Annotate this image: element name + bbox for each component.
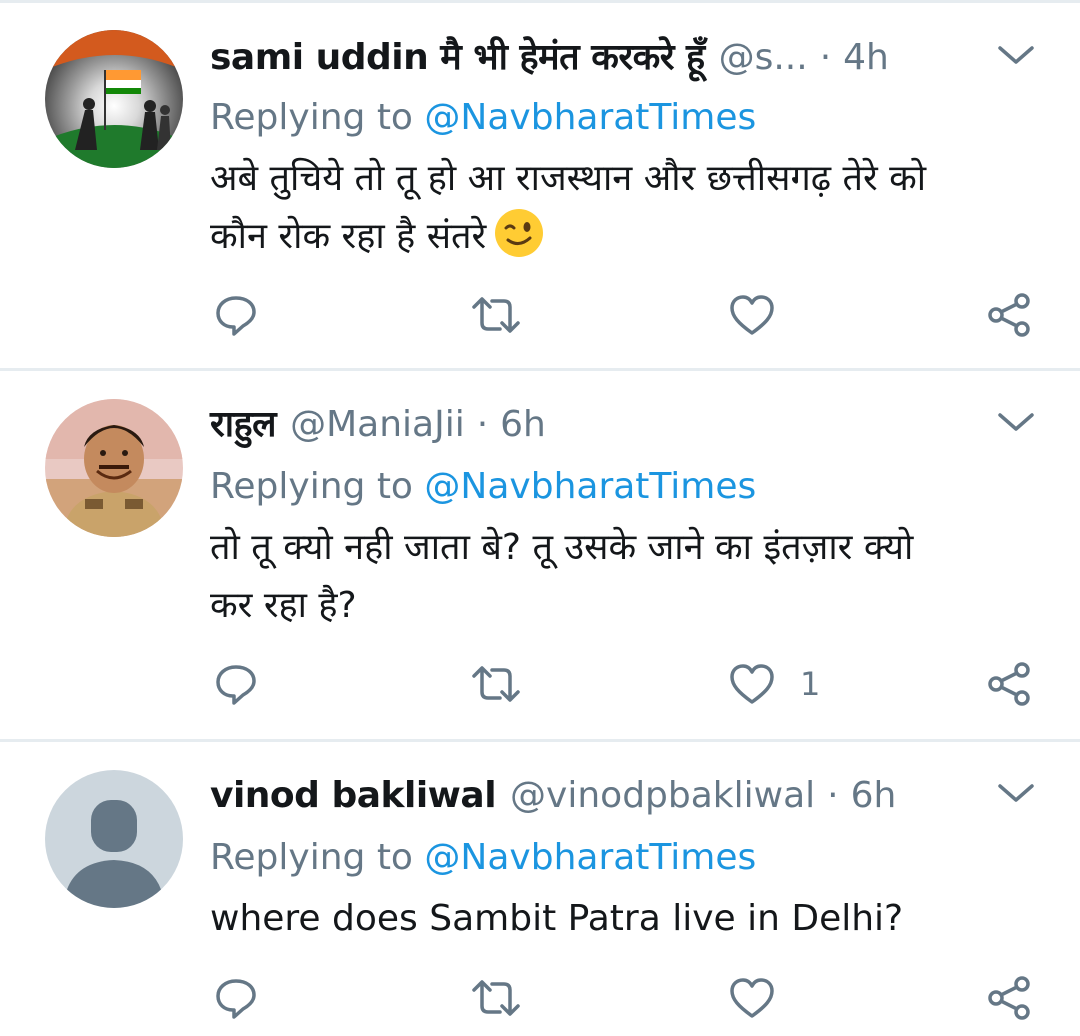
replying-to: Replying to @NavbharatTimes: [210, 463, 756, 511]
tweet-text-line: तो तू क्यो नही जाता बे? तू उसके जाने का …: [210, 527, 914, 568]
replying-to-label: Replying to: [210, 97, 413, 138]
tweet-text-fragment: कौन रोक रहा है संतरे: [210, 216, 487, 257]
like-count: 1: [800, 665, 821, 703]
timestamp[interactable]: 6h: [851, 772, 897, 820]
tweet[interactable]: राहुल @ManiaJii · 6h Replying to @Navbha…: [0, 371, 1080, 740]
chevron-down-icon[interactable]: [994, 776, 1038, 812]
display-name[interactable]: vinod bakliwal: [210, 772, 497, 820]
reply-icon: [216, 665, 256, 705]
retweet-button[interactable]: [468, 291, 524, 339]
winking-face-emoji-icon: [494, 208, 544, 258]
replying-to-label: Replying to: [210, 466, 413, 507]
chevron-down-icon[interactable]: [994, 38, 1038, 74]
timestamp[interactable]: 4h: [843, 34, 889, 82]
user-handle[interactable]: @s...: [719, 34, 808, 82]
mention-link[interactable]: @NavbharatTimes: [424, 837, 756, 878]
tweet-text: where does Sambit Patra live in Delhi?: [210, 890, 1040, 948]
tweet-text: अबे तुचिये तो तू हो आ राजस्थान और छत्तीस…: [210, 150, 1040, 266]
timestamp[interactable]: 6h: [500, 401, 546, 449]
replying-to: Replying to @NavbharatTimes: [210, 834, 756, 882]
share-icon: [988, 662, 1030, 706]
avatar[interactable]: [45, 30, 183, 168]
separator-dot: ·: [476, 404, 489, 445]
share-icon: [988, 293, 1030, 337]
reply-icon: [216, 296, 256, 336]
share-button[interactable]: [986, 291, 1034, 339]
separator-dot: ·: [827, 775, 839, 816]
retweet-icon: [472, 297, 520, 333]
tweet-header: राहुल @ManiaJii · 6h: [210, 401, 546, 449]
share-button[interactable]: [986, 974, 1034, 1022]
chevron-down-icon[interactable]: [994, 405, 1038, 441]
retweet-icon: [472, 980, 520, 1016]
replying-to: Replying to @NavbharatTimes: [210, 94, 756, 142]
tweet-text-line: कर रहा है?: [210, 585, 357, 626]
retweet-icon: [472, 666, 520, 702]
user-handle[interactable]: @vinodpbakliwal: [510, 772, 815, 820]
reply-button[interactable]: [212, 291, 260, 339]
like-icon: [730, 295, 774, 335]
tweet-text-line: कौन रोक रहा है संतरे: [210, 208, 1040, 266]
display-name[interactable]: sami uddin मै भी हेमंत करकरे हूँ: [210, 34, 705, 82]
reply-button[interactable]: [212, 660, 260, 708]
retweet-button[interactable]: [468, 974, 524, 1022]
tweet-header: sami uddin मै भी हेमंत करकरे हूँ @s... ·…: [210, 34, 889, 82]
separator-dot: ·: [819, 37, 832, 78]
tweet-text-line: अबे तुचिये तो तू हो आ राजस्थान और छत्तीस…: [210, 158, 927, 199]
share-button[interactable]: [986, 660, 1034, 708]
like-button[interactable]: [728, 291, 776, 339]
replying-to-label: Replying to: [210, 837, 413, 878]
tweet-text: तो तू क्यो नही जाता बे? तू उसके जाने का …: [210, 519, 1040, 635]
retweet-button[interactable]: [468, 660, 524, 708]
mention-link[interactable]: @NavbharatTimes: [424, 466, 756, 507]
mention-link[interactable]: @NavbharatTimes: [424, 97, 756, 138]
tweet-text-line: where does Sambit Patra live in Delhi?: [210, 898, 904, 939]
like-button[interactable]: [728, 974, 776, 1022]
like-button[interactable]: 1: [728, 660, 820, 708]
tweet-header: vinod bakliwal @vinodpbakliwal · 6h: [210, 772, 896, 820]
reply-button[interactable]: [212, 974, 260, 1022]
display-name[interactable]: राहुल: [210, 401, 277, 449]
tweet[interactable]: sami uddin मै भी हेमंत करकरे हूँ @s... ·…: [0, 0, 1080, 370]
reply-icon: [216, 979, 256, 1019]
tweet[interactable]: vinod bakliwal @vinodpbakliwal · 6h Repl…: [0, 742, 1080, 1036]
share-icon: [988, 976, 1030, 1020]
like-icon: [730, 664, 774, 704]
avatar[interactable]: [45, 770, 183, 908]
like-icon: [730, 978, 774, 1018]
avatar[interactable]: [45, 399, 183, 537]
user-handle[interactable]: @ManiaJii: [290, 401, 465, 449]
